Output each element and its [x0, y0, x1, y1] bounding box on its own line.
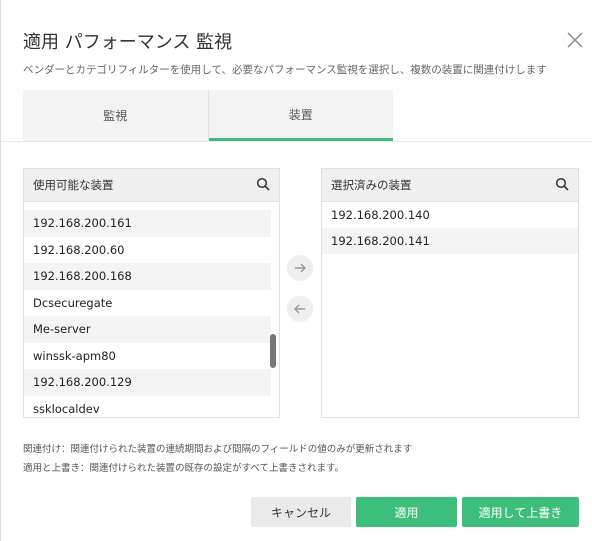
available-devices-title: 使用可能な装置 [33, 178, 114, 192]
move-right-button[interactable] [287, 255, 313, 281]
list-item[interactable]: 192.168.200.141 [322, 228, 578, 254]
arrow-left-icon [294, 304, 305, 314]
apply-overwrite-button[interactable]: 適用して上書き [462, 497, 579, 527]
tab-monitors[interactable]: 監視 [23, 90, 208, 141]
tabs-underline [1, 141, 592, 142]
tab-devices[interactable]: 装置 [208, 90, 393, 141]
apply-performance-monitor-dialog: 適用 パフォーマンス 監視 ベンダーとカテゴリフィルターを使用して、必要なパフォ… [0, 0, 592, 541]
cancel-button[interactable]: キャンセル [251, 497, 351, 527]
arrow-right-icon [295, 263, 306, 273]
list-item[interactable]: 192.168.200.161 [24, 210, 271, 237]
dialog-subtitle: ベンダーとカテゴリフィルターを使用して、必要なパフォーマンス監視を選択し、複数の… [23, 64, 547, 76]
move-left-button[interactable] [287, 296, 313, 322]
scrollbar-thumb[interactable] [270, 334, 276, 368]
tab-bar: 監視 装置 [23, 90, 393, 141]
overwrite-note: 適用と上書き：関連付けられた装置の既存の設定がすべて上書きされます。 [23, 463, 345, 474]
selected-devices-panel: 選択済みの装置 192.168.200.140 192.168.200.141 [321, 168, 579, 418]
list-item[interactable]: Dcsecuregate [24, 290, 271, 317]
search-icon[interactable] [555, 177, 569, 194]
dialog-title: 適用 パフォーマンス 監視 [23, 32, 233, 53]
close-icon[interactable] [567, 32, 583, 48]
available-devices-panel: 使用可能な装置 192.168.200.161 192.168.200.60 1… [23, 168, 280, 418]
list-item[interactable]: 192.168.200.60 [24, 237, 271, 264]
list-item[interactable]: 192.168.200.129 [24, 369, 271, 396]
available-devices-list[interactable]: 192.168.200.161 192.168.200.60 192.168.2… [24, 210, 279, 418]
list-item[interactable]: ssklocaldev [24, 396, 271, 418]
selected-devices-title: 選択済みの装置 [331, 178, 412, 192]
selected-devices-header: 選択済みの装置 [322, 169, 578, 202]
list-item[interactable]: Me-server [24, 316, 271, 343]
available-devices-header: 使用可能な装置 [24, 169, 279, 202]
selected-devices-list[interactable]: 192.168.200.140 192.168.200.141 [322, 202, 578, 254]
list-item[interactable]: 192.168.200.168 [24, 263, 271, 290]
list-item[interactable]: 192.168.200.140 [322, 202, 578, 228]
list-item[interactable]: winssk-apm80 [24, 343, 271, 370]
available-list-scrollbar[interactable] [270, 202, 278, 416]
search-icon[interactable] [256, 177, 270, 194]
associate-note: 関連付け：関連付けられた装置の連続期間および間隔のフィールドの値のみが更新されま… [23, 444, 413, 455]
apply-button[interactable]: 適用 [356, 497, 457, 527]
